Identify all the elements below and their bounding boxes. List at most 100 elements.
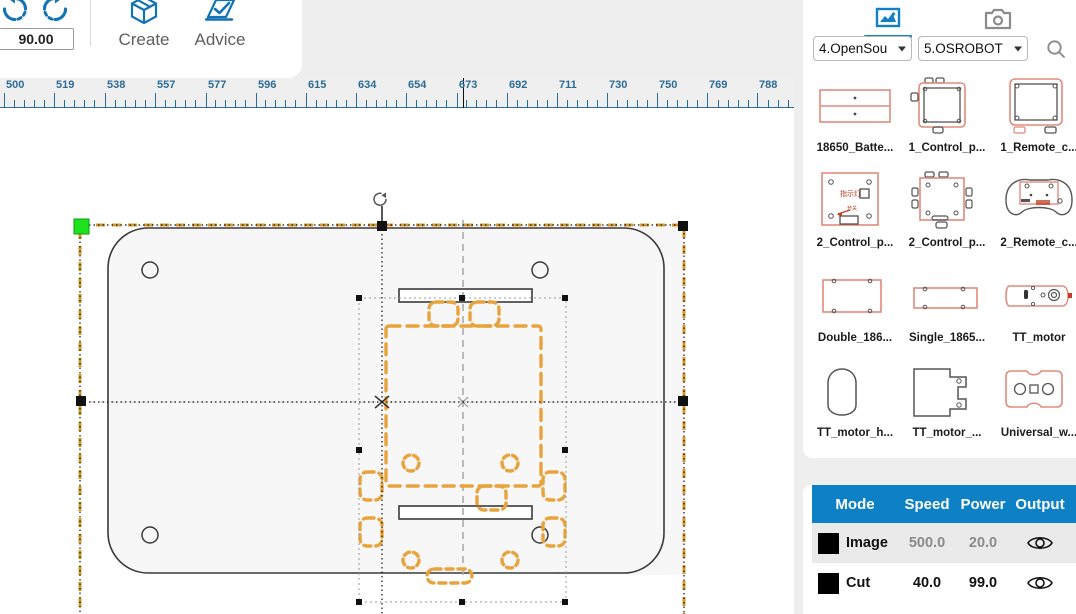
library-item-label: Single_1865...: [908, 332, 986, 344]
layer-color-swatch[interactable]: [818, 532, 839, 554]
ruler-tick-minor: [416, 100, 417, 108]
cell-mode[interactable]: Cut: [812, 572, 898, 594]
eye-icon: [1027, 536, 1053, 550]
ruler-tick-minor: [587, 100, 588, 108]
advice-button[interactable]: Advice: [174, 0, 266, 56]
library-item[interactable]: 18650_Batte...: [813, 70, 897, 164]
ruler-label: 750: [659, 79, 678, 91]
control-panel-2b-thumbnail: [905, 165, 989, 237]
ruler-label: 673: [459, 79, 478, 91]
app-root: Create Advice 500 519 538 557 577 596 615 634 65…: [0, 0, 1076, 614]
canvas-svg: [73, 192, 690, 614]
layer-mode-label: Cut: [846, 575, 871, 591]
ruler-tick-major: [256, 93, 257, 108]
ruler-tick-minor: [185, 100, 186, 108]
library-item[interactable]: 指示灯 开关 2_Control_p...: [813, 165, 897, 259]
table-row[interactable]: Cut 40.0 99.0: [812, 563, 1076, 603]
library-item-label: TT_motor_h...: [816, 427, 894, 439]
subcategory-select[interactable]: 5.OSROBOT: [918, 36, 1028, 61]
library-grid: 18650_Batte... 1_Control_p... 1_Remote_c…: [809, 70, 1076, 448]
cell-mode[interactable]: Image: [812, 532, 898, 554]
cell-speed[interactable]: 500.0: [898, 535, 956, 551]
horizontal-ruler[interactable]: 500 519 538 557 577 596 615 634 654 673 692 711 730 7…: [0, 78, 794, 108]
ruler-label: 577: [208, 79, 227, 91]
ruler-tick-minor: [44, 100, 45, 108]
library-item[interactable]: 2_Control_p...: [905, 165, 989, 259]
ruler-label: 615: [308, 79, 327, 91]
cell-power[interactable]: 20.0: [956, 535, 1010, 551]
cell-speed[interactable]: 40.0: [898, 575, 956, 591]
ruler-label: 538: [107, 79, 126, 91]
tab-camera[interactable]: [968, 0, 1028, 38]
ruler-tick-minor: [366, 100, 367, 108]
library-filters: 4.OpenSou 5.OSROBOT: [803, 36, 1076, 68]
library-item[interactable]: Double_186...: [813, 260, 897, 354]
ruler-tick-major: [757, 93, 758, 108]
ruler-tick-minor: [677, 100, 678, 108]
toolbar-divider: [90, 0, 91, 46]
ruler-tick-minor: [64, 100, 65, 108]
cell-output-toggle[interactable]: [1010, 574, 1070, 592]
ruler-tick-major: [105, 93, 106, 108]
rotation-angle-input[interactable]: [0, 28, 74, 50]
ruler-tick-major: [457, 93, 458, 108]
ruler-tick-minor: [517, 100, 518, 108]
eye-icon: [1027, 576, 1053, 590]
category-select[interactable]: 4.OpenSou: [813, 36, 912, 61]
design-canvas[interactable]: [0, 108, 794, 614]
library-item[interactable]: 2_Remote_c...: [997, 165, 1076, 259]
ruler-tick-minor: [94, 100, 95, 108]
library-item[interactable]: Universal_w...: [997, 355, 1076, 449]
ruler-tick-minor: [738, 100, 739, 108]
control-panel-1-thumbnail: [905, 70, 989, 142]
ruler-tick-major: [557, 93, 558, 108]
layers-table-card: Mode Speed Power Output Image 500.0 20.0 C…: [803, 485, 1076, 614]
ruler-tick-minor: [667, 100, 668, 108]
search-button[interactable]: [1043, 36, 1069, 62]
rotate-counterclockwise-icon[interactable]: [0, 0, 32, 26]
subcategory-select-value: 5.OSROBOT: [924, 41, 1003, 56]
library-item-label: 2_Remote_c...: [1000, 237, 1076, 249]
library-item[interactable]: TT_motor: [997, 260, 1076, 354]
tt-motor-holder-thumbnail: [813, 355, 897, 427]
svg-text:指示灯: 指示灯: [840, 189, 861, 198]
library-item-label: Double_186...: [817, 332, 893, 344]
library-item[interactable]: TT_motor_...: [905, 355, 989, 449]
ruler-tick-major: [657, 93, 658, 108]
ruler-tick-minor: [115, 100, 116, 108]
ruler-tick-minor: [718, 100, 719, 108]
ruler-tick-minor: [175, 100, 176, 108]
ruler-tick-minor: [316, 100, 317, 108]
battery-holder-thumbnail: [813, 70, 897, 142]
ruler-tick-minor: [225, 100, 226, 108]
ruler-tick-major: [507, 93, 508, 108]
library-item[interactable]: 1_Control_p...: [905, 70, 989, 164]
table-row[interactable]: Image 500.0 20.0: [812, 523, 1076, 563]
svg-text:开关: 开关: [847, 205, 857, 212]
ruler-label: 634: [358, 79, 377, 91]
ruler-tick-minor: [376, 100, 377, 108]
tt-motor-thumbnail: [997, 260, 1076, 332]
library-item[interactable]: Single_1865...: [905, 260, 989, 354]
library-item[interactable]: 1_Remote_c...: [997, 70, 1076, 164]
library-item-label: 18650_Batte...: [816, 142, 894, 154]
ruler-label: 654: [408, 79, 427, 91]
ruler-tick-minor: [145, 100, 146, 108]
rotate-clockwise-icon[interactable]: [38, 0, 72, 26]
library-item[interactable]: TT_motor_h...: [813, 355, 897, 449]
ruler-tick-minor: [386, 100, 387, 108]
search-icon: [1047, 40, 1065, 58]
double-18650-thumbnail: [813, 260, 897, 332]
ruler-tick-minor: [336, 100, 337, 108]
ruler-tick-major: [607, 93, 608, 108]
ruler-tick-minor: [617, 100, 618, 108]
cell-power[interactable]: 99.0: [956, 575, 1010, 591]
cell-output-toggle[interactable]: [1010, 534, 1070, 552]
ruler-label: 711: [559, 79, 577, 91]
column-header-power: Power: [960, 495, 1006, 513]
layer-mode-label: Image: [846, 535, 888, 551]
layer-color-swatch[interactable]: [818, 572, 839, 594]
ruler-tick-minor: [446, 100, 447, 108]
tab-design[interactable]: [858, 0, 918, 38]
ruler-tick-minor: [496, 100, 497, 108]
